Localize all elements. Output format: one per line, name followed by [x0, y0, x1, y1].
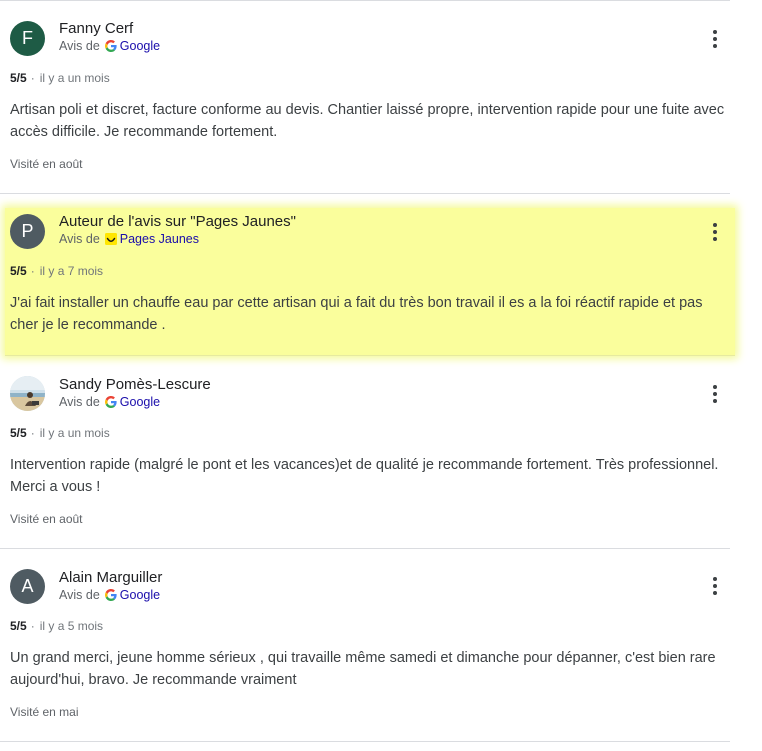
source-prefix: Avis de	[59, 395, 100, 409]
rating-line: 5/5 · il y a un mois	[10, 71, 110, 85]
review-card: F Fanny Cerf Avis de Google 5/5 · il y a u…	[0, 1, 730, 194]
more-vert-icon	[713, 30, 717, 34]
more-options-button[interactable]	[703, 574, 727, 598]
source-prefix: Avis de	[59, 232, 100, 246]
avatar[interactable]	[10, 376, 45, 411]
review-date: il y a 5 mois	[39, 619, 104, 633]
review-source: Avis de Google	[59, 39, 160, 53]
review-text: Artisan poli et discret, facture conform…	[10, 102, 725, 140]
google-g-icon	[104, 40, 117, 52]
rating-line: 5/5 · il y a 5 mois	[10, 619, 103, 633]
review-text: J'ai fait installer un chauffe eau par c…	[10, 295, 703, 333]
rating-line: 5/5 · il y a 7 mois	[10, 264, 103, 278]
review-card-highlighted: P Auteur de l'avis sur "Pages Jaunes" Av…	[5, 208, 735, 356]
review-author[interactable]: Sandy Pomès-Lescure	[59, 376, 211, 393]
more-options-button[interactable]	[703, 382, 727, 406]
avatar-photo	[10, 376, 45, 411]
separator: ·	[30, 426, 35, 440]
avatar[interactable]: P	[10, 214, 45, 249]
avatar[interactable]: F	[10, 21, 45, 56]
more-options-button[interactable]	[703, 220, 727, 244]
avatar[interactable]: A	[10, 569, 45, 604]
review-card: Sandy Pomès-Lescure Avis de Google 5/5 · i…	[0, 356, 730, 549]
review-author[interactable]: Auteur de l'avis sur "Pages Jaunes"	[59, 213, 296, 230]
source-name[interactable]: Google	[120, 395, 160, 409]
visited-date: Visité en août	[10, 512, 83, 526]
rating-score: 5/5	[10, 619, 27, 633]
rating-score: 5/5	[10, 264, 27, 278]
rating-score: 5/5	[10, 71, 27, 85]
pages-jaunes-smiley-icon	[104, 233, 117, 245]
review-card: A Alain Marguiller Avis de Google 5/5 · il…	[0, 549, 730, 742]
review-date: il y a un mois	[39, 71, 110, 85]
review-date: il y a un mois	[39, 426, 110, 440]
more-vert-icon	[713, 223, 717, 227]
google-g-icon	[104, 589, 117, 601]
more-vert-icon	[713, 577, 717, 581]
visited-date: Visité en août	[10, 157, 83, 171]
review-source: Avis de Google	[59, 588, 160, 602]
separator: ·	[30, 619, 35, 633]
source-name[interactable]: Google	[120, 39, 160, 53]
separator: ·	[30, 264, 35, 278]
rating-line: 5/5 · il y a un mois	[10, 426, 110, 440]
review-source: Avis de Google	[59, 395, 160, 409]
separator: ·	[30, 71, 35, 85]
review-text: Un grand merci, jeune homme sérieux , qu…	[10, 650, 716, 688]
review-author[interactable]: Fanny Cerf	[59, 20, 133, 37]
source-prefix: Avis de	[59, 588, 100, 602]
source-name[interactable]: Pages Jaunes	[120, 232, 199, 246]
more-options-button[interactable]	[703, 27, 727, 51]
review-date: il y a 7 mois	[39, 264, 104, 278]
source-prefix: Avis de	[59, 39, 100, 53]
review-text: Intervention rapide (malgré le pont et l…	[10, 457, 719, 495]
more-vert-icon	[713, 385, 717, 389]
rating-score: 5/5	[10, 426, 27, 440]
google-g-icon	[104, 396, 117, 408]
visited-date: Visité en mai	[10, 705, 79, 719]
review-author[interactable]: Alain Marguiller	[59, 569, 162, 586]
review-source: Avis de Pages Jaunes	[59, 232, 199, 246]
source-name[interactable]: Google	[120, 588, 160, 602]
